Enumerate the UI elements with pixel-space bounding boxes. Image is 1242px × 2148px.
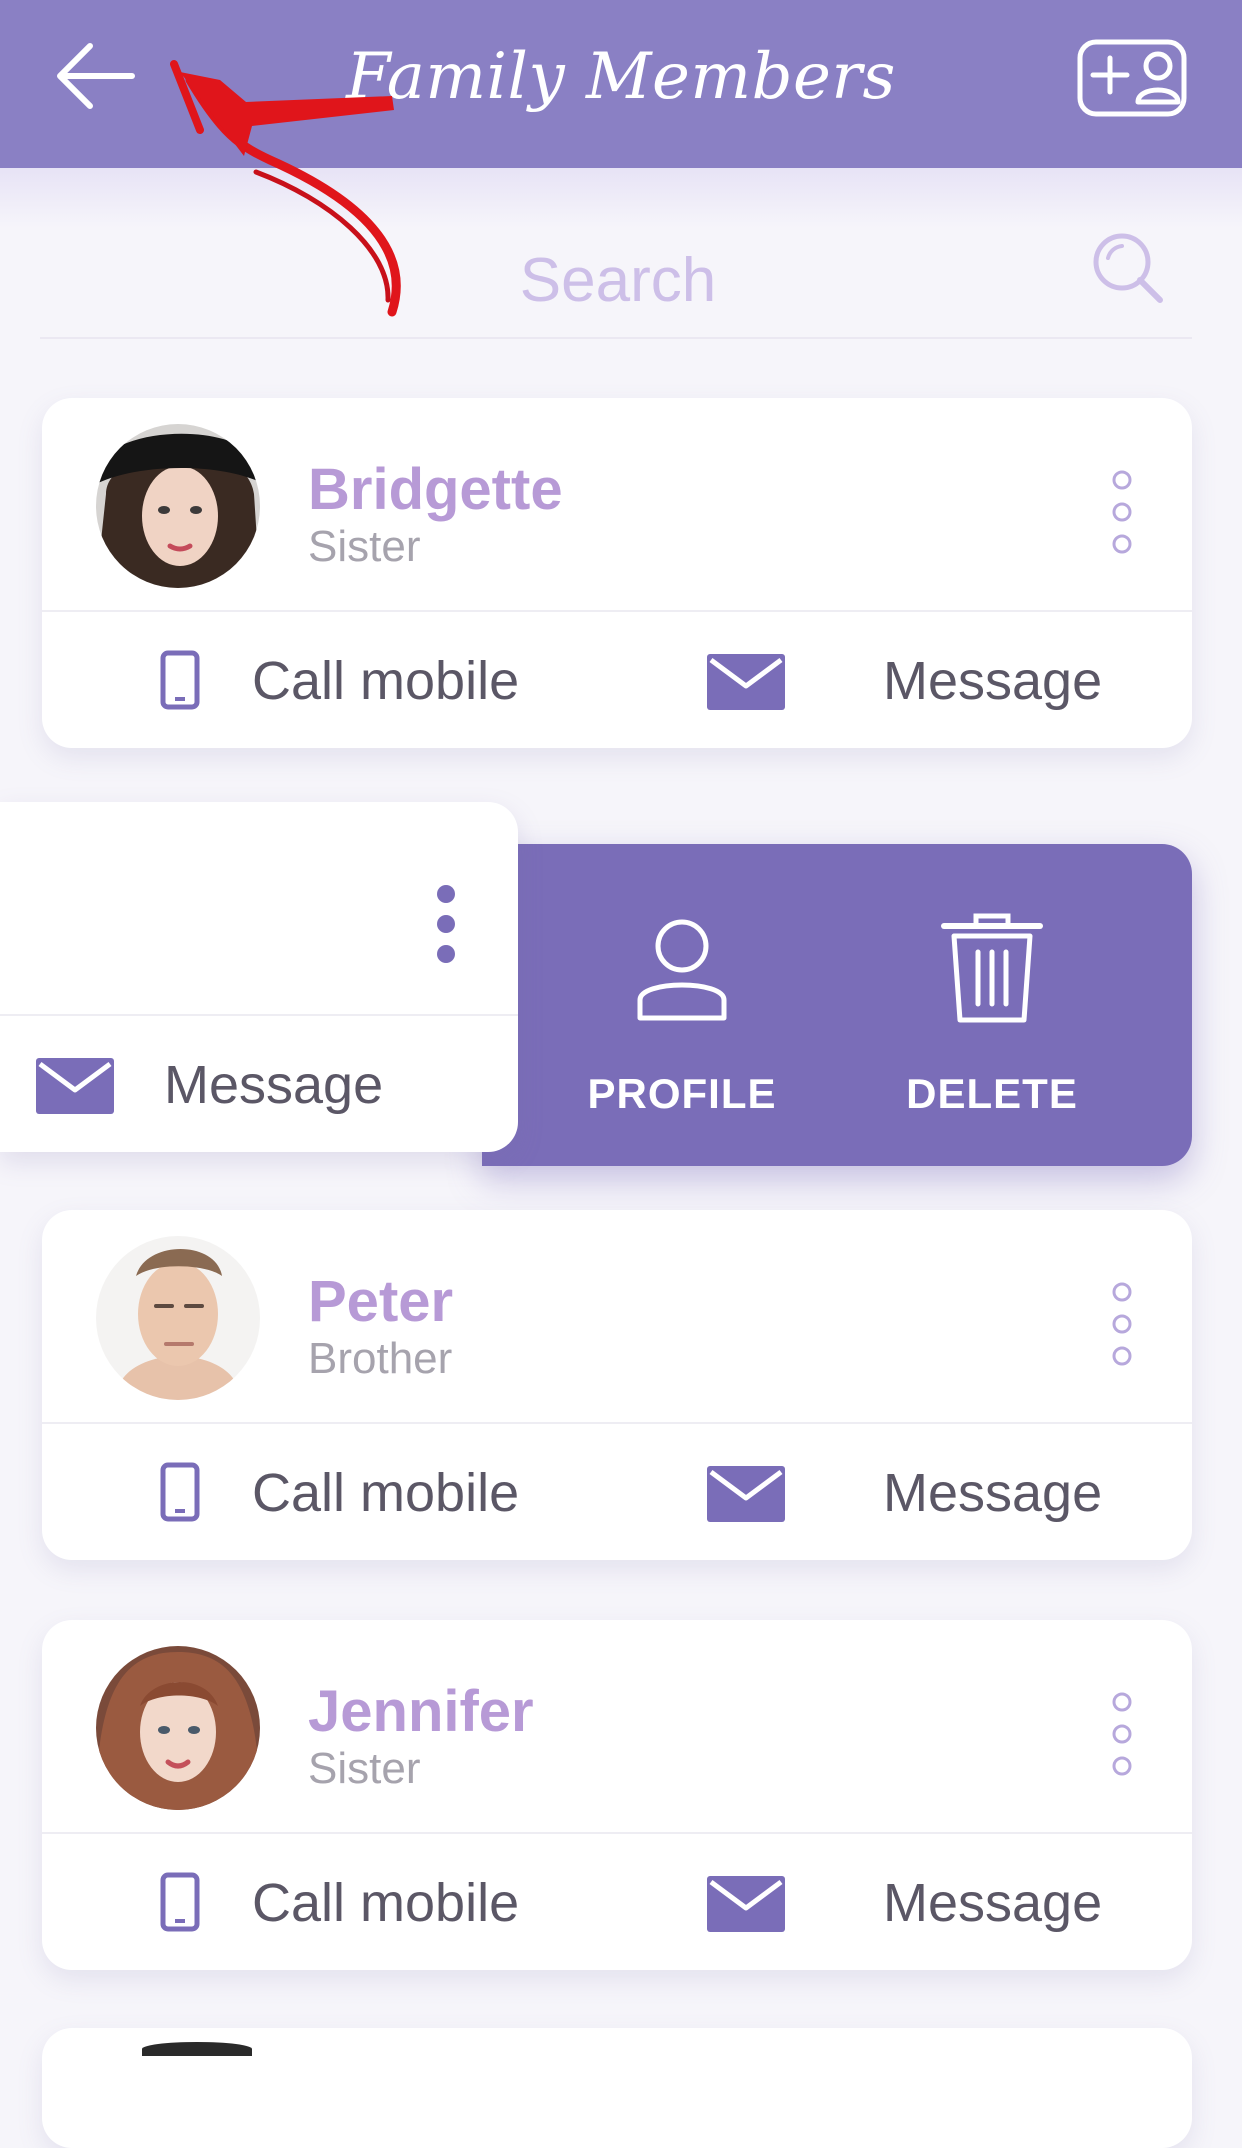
envelope-icon	[36, 1058, 114, 1114]
call-mobile-label: Call mobile	[252, 1463, 520, 1523]
member-relation: Brother	[308, 1334, 453, 1383]
user-profile-icon	[637, 919, 727, 1021]
add-user-icon	[1077, 39, 1187, 117]
message-label: Message	[883, 651, 1103, 711]
more-options-button[interactable]	[1102, 1690, 1142, 1780]
message-button[interactable]: Message	[0, 1016, 518, 1152]
search-icon	[1093, 233, 1163, 303]
delete-label: DELETE	[906, 1070, 1078, 1117]
envelope-icon	[707, 654, 785, 710]
add-member-button[interactable]	[1076, 36, 1192, 120]
more-vertical-icon	[1112, 1282, 1132, 1366]
message-button[interactable]: Message	[617, 1424, 1192, 1560]
envelope-icon	[707, 1876, 785, 1932]
app-header: Family Members	[0, 0, 1242, 168]
avatar	[96, 1236, 260, 1400]
page-title: Family Members	[346, 40, 896, 114]
avatar	[96, 1646, 260, 1810]
mobile-phone-icon	[160, 650, 200, 710]
more-options-button[interactable]	[1102, 468, 1142, 558]
member-card[interactable]	[42, 2028, 1192, 2148]
mobile-phone-icon	[160, 1872, 200, 1932]
header-shadow	[0, 168, 1242, 228]
message-button[interactable]: Message	[617, 1834, 1192, 1970]
more-vertical-icon	[437, 885, 455, 963]
member-name: Bridgette	[308, 457, 563, 522]
message-label: Message	[883, 1873, 1103, 1933]
delete-button[interactable]: DELETE	[842, 844, 1142, 1166]
profile-label: PROFILE	[587, 1070, 777, 1117]
call-mobile-button[interactable]: Call mobile	[42, 1834, 617, 1970]
trash-icon	[941, 913, 1043, 1023]
search-input[interactable]	[40, 220, 1196, 340]
message-button[interactable]: Message	[617, 612, 1192, 748]
profile-button[interactable]: PROFILE	[532, 844, 832, 1166]
call-mobile-label: Call mobile	[252, 1873, 520, 1933]
envelope-icon	[707, 1466, 785, 1522]
mobile-phone-icon	[160, 1462, 200, 1522]
member-relation: Sister	[308, 522, 421, 571]
avatar	[142, 2042, 252, 2056]
member-name: Jennifer	[308, 1679, 534, 1744]
more-vertical-icon	[1112, 470, 1132, 554]
avatar	[96, 424, 260, 588]
member-card[interactable]: Peter Brother Call mobile Message	[42, 1210, 1192, 1560]
more-options-button[interactable]	[430, 882, 470, 972]
more-options-button[interactable]	[1102, 1280, 1142, 1370]
member-card[interactable]: Bridgette Sister Call mobile Message	[42, 398, 1192, 748]
search-button[interactable]	[1088, 228, 1168, 308]
member-name: Peter	[308, 1269, 454, 1334]
divider	[40, 337, 1192, 339]
message-label: Message	[164, 1055, 384, 1115]
more-vertical-icon	[1112, 1692, 1132, 1776]
swiped-member-card[interactable]: Message	[0, 802, 518, 1152]
member-relation: Sister	[308, 1744, 421, 1793]
search-bar	[40, 220, 1196, 340]
member-card[interactable]: Jennifer Sister Call mobile Message	[42, 1620, 1192, 1970]
call-mobile-button[interactable]: Call mobile	[42, 1424, 617, 1560]
call-mobile-button[interactable]: Call mobile	[42, 612, 617, 748]
swipe-actions-panel: PROFILE DELETE	[482, 844, 1192, 1166]
message-label: Message	[883, 1463, 1103, 1523]
call-mobile-label: Call mobile	[252, 651, 520, 711]
